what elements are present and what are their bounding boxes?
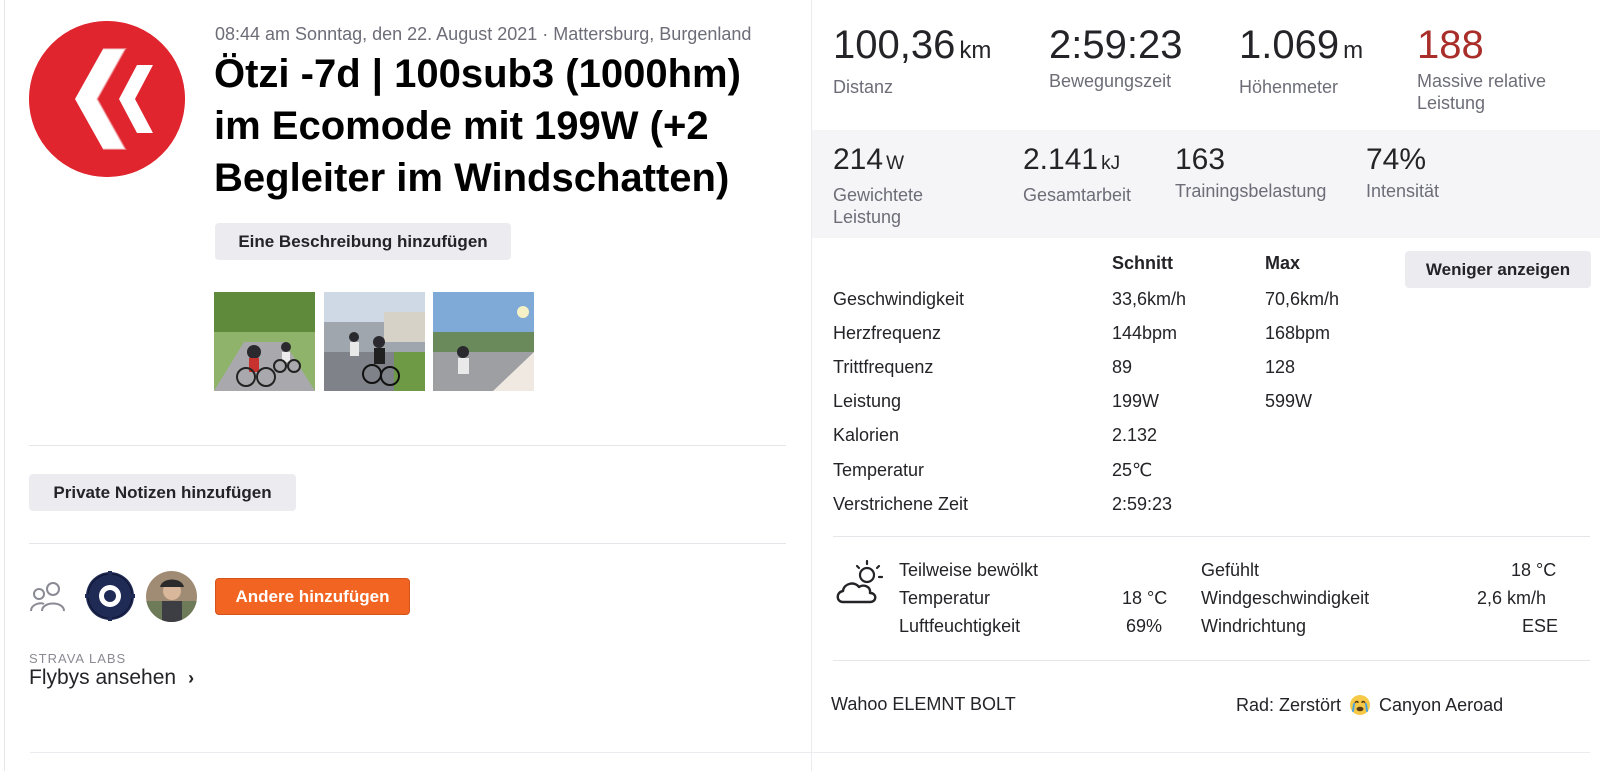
row-avg: 144bpm bbox=[1112, 323, 1178, 343]
stat-label: Höhenmeter bbox=[1239, 77, 1339, 97]
row-avg: 2:59:23 bbox=[1112, 494, 1173, 514]
weather-humidity-value: 69% bbox=[1126, 616, 1163, 636]
bike-name: Canyon Aeroad bbox=[1379, 694, 1504, 715]
column-header-avg: Schnitt bbox=[1112, 253, 1173, 273]
stat-label: Trainingsbelastung bbox=[1175, 181, 1327, 201]
section-divider bbox=[833, 536, 1590, 537]
show-less-button[interactable]: Weniger anzeigen bbox=[1405, 251, 1591, 288]
stat-value: 163 bbox=[1175, 143, 1226, 176]
table-row: Kalorien 2.132 bbox=[833, 425, 1353, 459]
stat-label: Massive relative Leistung bbox=[1417, 71, 1547, 113]
crying-face-icon bbox=[1349, 694, 1371, 716]
stat-label: Gesamtarbeit bbox=[1023, 185, 1132, 205]
stat-value: 2.141 bbox=[1023, 143, 1099, 176]
row-label: Kalorien bbox=[833, 425, 900, 445]
column-header-max: Max bbox=[1265, 253, 1301, 273]
section-divider bbox=[833, 660, 1590, 661]
row-avg: 199W bbox=[1112, 391, 1160, 411]
table-row: Verstrichene Zeit 2:59:23 bbox=[833, 494, 1353, 528]
row-max: 168bpm bbox=[1265, 323, 1331, 343]
partly-cloudy-icon bbox=[833, 558, 885, 610]
weather-temp-label: Temperatur bbox=[899, 588, 991, 608]
table-row: Geschwindigkeit 33,6km/h 70,6km/h bbox=[833, 289, 1353, 323]
left-edge-line bbox=[4, 0, 5, 771]
add-description-button[interactable]: Eine Beschreibung hinzufügen bbox=[215, 223, 511, 260]
stat-total-work: 2.141 kJ Gesamtarbeit bbox=[1023, 143, 1131, 206]
column-divider bbox=[811, 0, 812, 771]
device-name: Wahoo ELEMNT BOLT bbox=[831, 694, 1016, 714]
row-label: Leistung bbox=[833, 391, 902, 411]
row-max: 128 bbox=[1265, 357, 1296, 377]
stat-relative-effort[interactable]: 188 Massive relative Leistung bbox=[1417, 23, 1592, 114]
weather-feels-label: Gefühlt bbox=[1201, 560, 1260, 580]
weather-condition: Teilweise bewölkt bbox=[899, 560, 1039, 580]
weather-wind-dir-label: Windrichtung bbox=[1201, 616, 1307, 636]
activity-photo[interactable] bbox=[324, 292, 425, 391]
add-private-notes-button[interactable]: Private Notizen hinzufügen bbox=[29, 474, 296, 511]
activity-photo[interactable] bbox=[433, 292, 534, 391]
row-avg: 25℃ bbox=[1112, 460, 1153, 480]
row-label: Temperatur bbox=[833, 460, 925, 480]
stat-value: 188 bbox=[1417, 23, 1484, 67]
row-label: Herzfrequenz bbox=[833, 323, 942, 343]
flybys-label[interactable]: Flybys ansehen bbox=[29, 666, 176, 690]
flybys-link[interactable]: Flybys ansehen › bbox=[29, 666, 194, 690]
stat-value: 2:59:23 bbox=[1049, 23, 1183, 67]
stat-unit: m bbox=[1343, 37, 1364, 64]
stat-label: Distanz bbox=[833, 77, 894, 97]
stat-unit: km bbox=[959, 37, 992, 64]
table-row: Trittfrequenz 89 128 bbox=[833, 357, 1353, 391]
table-row: Temperatur 25℃ bbox=[833, 460, 1353, 494]
stat-value: 100,36 bbox=[833, 23, 956, 67]
labs-tag: STRAVA LABS bbox=[29, 651, 127, 666]
stat-moving-time: 2:59:23 Bewegungszeit bbox=[1049, 23, 1182, 92]
activity-photo[interactable] bbox=[214, 292, 315, 391]
stat-label: Intensität bbox=[1366, 181, 1440, 201]
bike-info[interactable]: Rad: Zerstört Canyon Aeroad bbox=[1236, 694, 1503, 716]
bike-prefix: Rad: Zerstört bbox=[1236, 694, 1342, 715]
add-others-button[interactable]: Andere hinzufügen bbox=[215, 578, 410, 615]
weather-wind-dir-value: ESE bbox=[1522, 616, 1559, 636]
table-row: Leistung 199W 599W bbox=[833, 391, 1353, 425]
section-divider bbox=[29, 543, 786, 544]
stat-training-load: 163 Trainingsbelastung bbox=[1175, 143, 1326, 202]
weather-temp-value: 18 °C bbox=[1122, 588, 1168, 608]
row-max: 70,6km/h bbox=[1265, 289, 1340, 309]
stat-unit: W bbox=[886, 153, 904, 174]
weather-wind-speed-value: 2,6 km/h bbox=[1477, 588, 1547, 608]
row-avg: 2.132 bbox=[1112, 425, 1158, 445]
stat-value: 1.069 bbox=[1239, 23, 1340, 67]
stat-label: Bewegungszeit bbox=[1049, 71, 1172, 91]
gear-icon[interactable] bbox=[85, 571, 135, 621]
stat-value: 74% bbox=[1366, 143, 1427, 176]
row-label: Verstrichene Zeit bbox=[833, 494, 969, 514]
chevron-logo-icon[interactable] bbox=[29, 21, 185, 177]
stat-intensity: 74% Intensität bbox=[1366, 143, 1439, 202]
chevron-right-icon: › bbox=[188, 667, 195, 688]
row-label: Geschwindigkeit bbox=[833, 289, 965, 309]
activity-meta: 08:44 am Sonntag, den 22. August 2021 · … bbox=[215, 24, 752, 44]
stat-value: 214 bbox=[833, 143, 884, 176]
row-avg: 89 bbox=[1112, 357, 1133, 377]
table-row: Herzfrequenz 144bpm 168bpm bbox=[833, 323, 1353, 357]
weather-feels-value: 18 °C bbox=[1511, 560, 1557, 580]
row-max: 599W bbox=[1265, 391, 1313, 411]
stat-unit: kJ bbox=[1101, 153, 1121, 174]
section-divider bbox=[29, 445, 786, 446]
group-icon bbox=[29, 580, 67, 614]
stat-label: Gewichtete Leistung bbox=[833, 185, 924, 227]
avatar[interactable] bbox=[146, 571, 197, 622]
row-avg: 33,6km/h bbox=[1112, 289, 1187, 309]
row-label: Trittfrequenz bbox=[833, 357, 934, 377]
bottom-divider bbox=[30, 752, 1590, 753]
activity-title[interactable]: Ötzi -7d | 100sub3 (1000hm) im Ecomode m… bbox=[214, 48, 794, 204]
stat-weighted-power: 214 W Gewichtete Leistung bbox=[833, 143, 983, 228]
stat-elevation: 1.069 m Höhenmeter bbox=[1239, 23, 1363, 98]
weather-wind-speed-label: Windgeschwindigkeit bbox=[1201, 588, 1370, 608]
stat-distance: 100,36 km Distanz bbox=[833, 23, 991, 98]
weather-humidity-label: Luftfeuchtigkeit bbox=[899, 616, 1021, 636]
